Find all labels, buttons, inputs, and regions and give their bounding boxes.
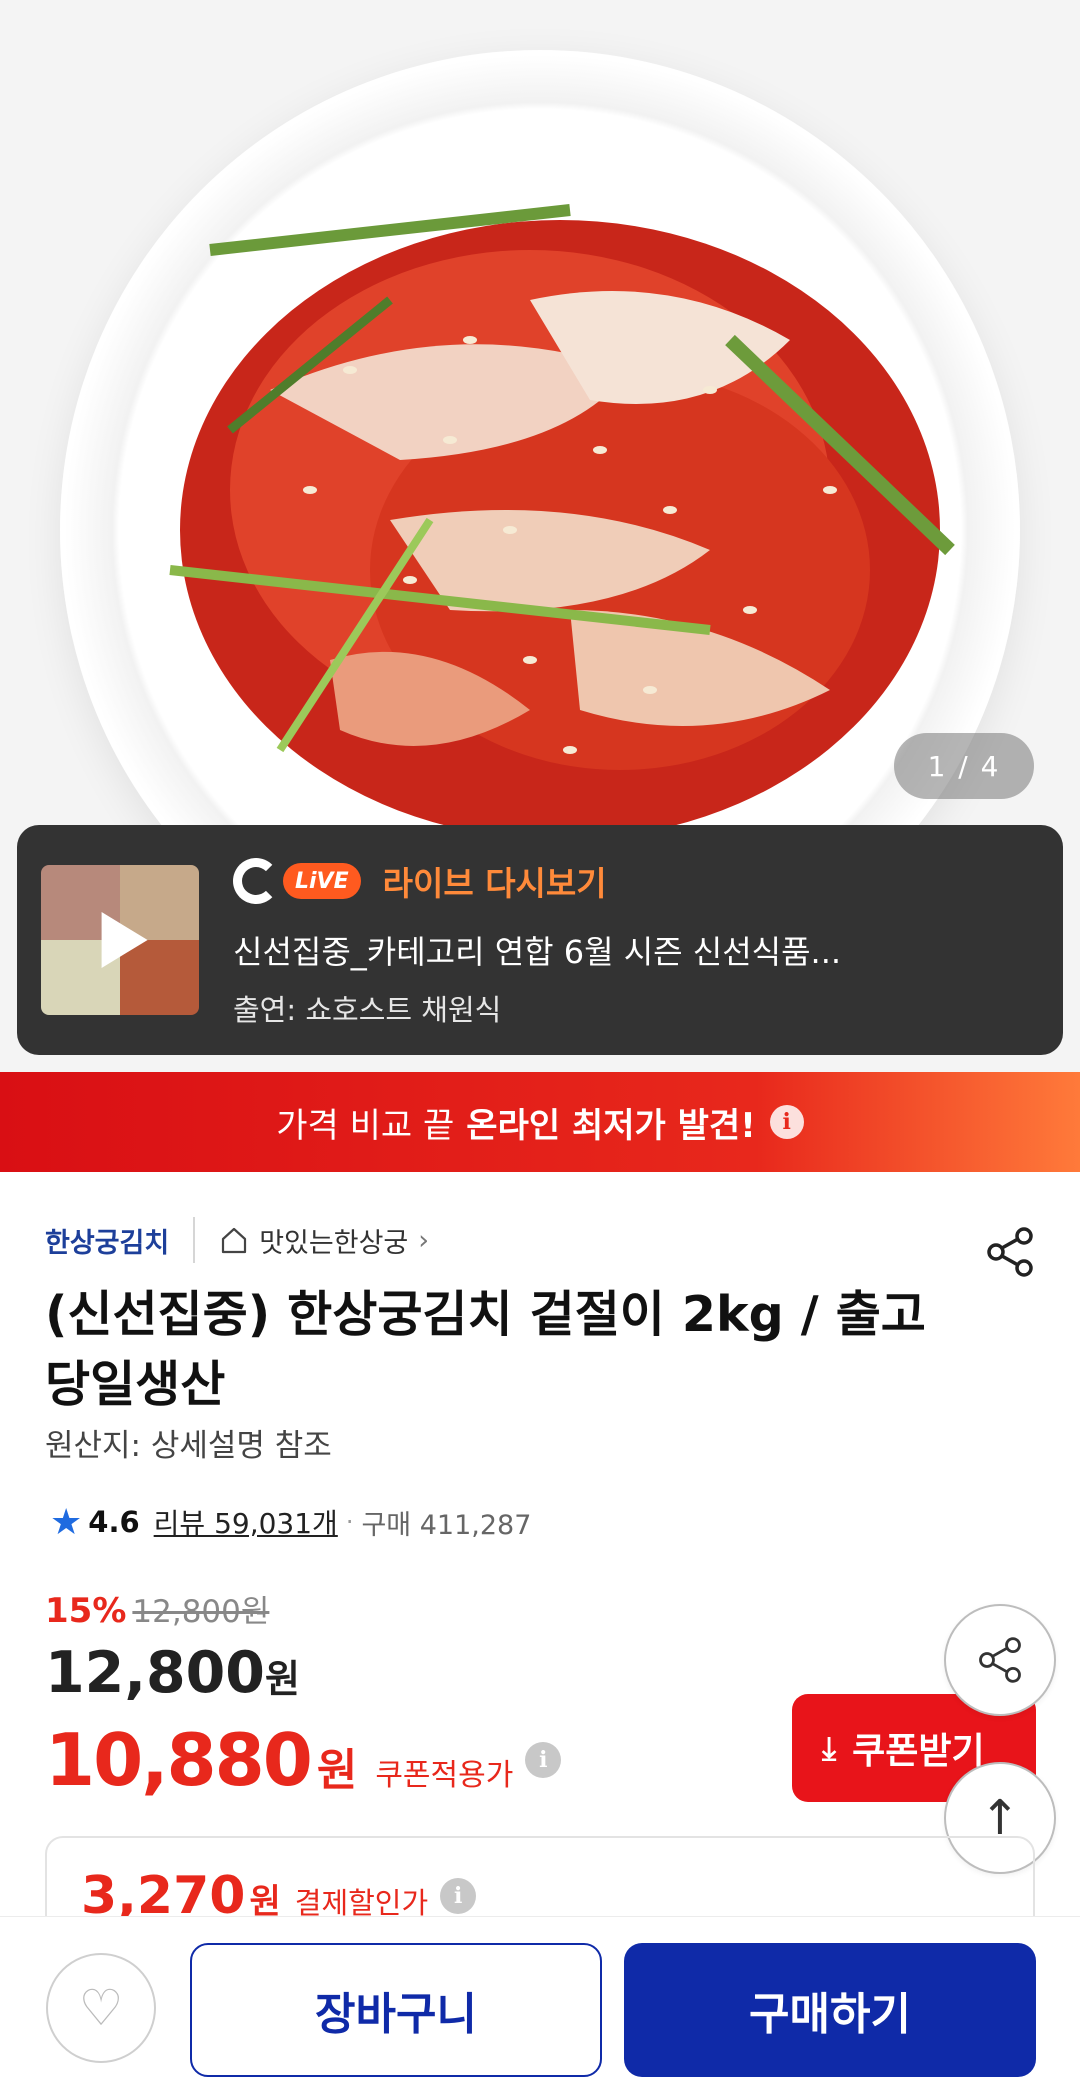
promo-highlight: 온라인 최저가 발견! xyxy=(466,1105,756,1146)
share-icon[interactable] xyxy=(982,1224,1038,1280)
share-icon xyxy=(979,1637,1021,1683)
download-icon: ⤓ xyxy=(822,1728,837,1767)
image-counter: 1 / 4 xyxy=(894,733,1034,799)
sale-price: 12,800원 xyxy=(45,1640,300,1706)
review-count-link[interactable]: 리뷰 59,031개 xyxy=(154,1502,338,1542)
info-icon[interactable]: i xyxy=(440,1878,477,1914)
separator-dot: · xyxy=(345,1508,354,1536)
sale-price-unit: 원 xyxy=(264,1657,300,1701)
heart-icon: ♡ xyxy=(78,1979,124,2037)
divider xyxy=(193,1217,196,1263)
wishlist-button[interactable]: ♡ xyxy=(46,1953,156,2063)
live-badge: LiVE xyxy=(283,863,361,899)
live-title: 신선집중_카테고리 연합 6월 시즌 신선식품... xyxy=(233,933,842,971)
original-price: 12,800원 xyxy=(132,1594,270,1630)
lowest-price-banner[interactable]: 가격 비교 끝 온라인 최저가 발견! i xyxy=(0,1072,1080,1172)
chevron-right-icon: › xyxy=(418,1224,430,1256)
kimchi-image xyxy=(169,204,955,840)
product-title: (신선집중) 한상궁김치 겉절이 2kg / 출고당일생산 xyxy=(45,1286,926,1413)
add-to-cart-button[interactable]: 장바구니 xyxy=(190,1943,602,2077)
home-icon xyxy=(222,1227,247,1254)
purchase-count: 구매 411,287 xyxy=(361,1509,532,1541)
get-coupon-label: 쿠폰받기 xyxy=(852,1731,985,1772)
brand-row: 한상궁김치 맛있는한상궁 › xyxy=(45,1212,429,1268)
brand-name[interactable]: 한상궁김치 xyxy=(45,1221,169,1260)
live-replay-label: 라이브 다시보기 xyxy=(382,864,607,903)
discount-rate: 15% xyxy=(45,1591,127,1631)
promo-text: 가격 비교 끝 xyxy=(276,1105,455,1146)
floating-share-button[interactable] xyxy=(944,1604,1056,1716)
bottom-action-bar: ♡ 장바구니 구매하기 xyxy=(0,1916,1080,2100)
origin-info: 원산지: 상세설명 참조 xyxy=(45,1428,332,1464)
rating-row: ★ 4.6 리뷰 59,031개 · 구매 411,287 xyxy=(50,1500,531,1544)
coupon-price-label: 쿠폰적용가 xyxy=(375,1758,514,1793)
live-host: 출연: 쇼호스트 채원식 xyxy=(233,993,502,1027)
buy-now-button[interactable]: 구매하기 xyxy=(624,1943,1036,2077)
play-icon xyxy=(101,912,148,968)
discount-row: 15% 12,800원 xyxy=(45,1586,269,1631)
live-replay-banner[interactable]: LiVE 라이브 다시보기 신선집중_카테고리 연합 6월 시즌 신선식품...… xyxy=(17,825,1063,1055)
live-thumbnail[interactable] xyxy=(41,865,199,1015)
rating-value: 4.6 xyxy=(88,1505,140,1539)
coupon-price-unit: 원 xyxy=(316,1745,358,1796)
info-icon[interactable]: i xyxy=(525,1742,562,1778)
coupon-price-value: 10,880 xyxy=(45,1718,313,1802)
info-icon[interactable]: i xyxy=(769,1105,804,1139)
g-live-logo xyxy=(233,858,279,904)
sale-price-value: 12,800 xyxy=(45,1640,265,1706)
shop-link[interactable]: 맛있는한상궁 xyxy=(259,1221,408,1260)
star-icon: ★ xyxy=(50,1501,83,1543)
coupon-price-row: 10,880 원 쿠폰적용가 i xyxy=(45,1718,562,1802)
